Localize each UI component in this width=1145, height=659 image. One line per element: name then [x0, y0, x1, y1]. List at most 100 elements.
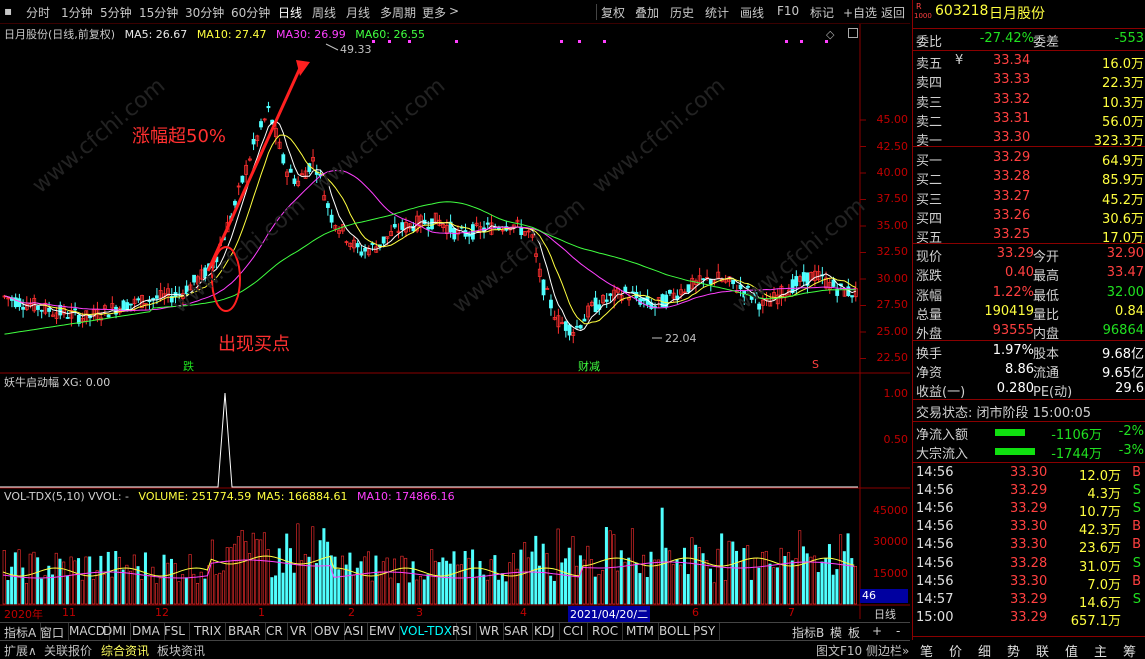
tab-weekly[interactable]: 周线 — [312, 4, 336, 21]
volume-bar — [467, 557, 471, 605]
volume-bar — [28, 553, 32, 605]
candle-body — [485, 222, 490, 225]
candle-body — [136, 298, 141, 301]
tick-price: 33.30 — [1010, 519, 1048, 535]
indicator-tab-right[interactable]: + — [868, 623, 886, 641]
indicator-tab[interactable]: VR — [286, 623, 312, 641]
indicator-tab-right[interactable]: 模 — [826, 623, 846, 641]
f10-sidebar-button[interactable]: 图文F10 侧边栏» — [812, 641, 913, 658]
draw-line-button[interactable]: 画线 — [740, 4, 764, 21]
news-tab[interactable]: 综合资讯 — [97, 641, 153, 658]
side-tab[interactable]: 笔 — [920, 641, 933, 659]
side-tab[interactable]: 主 — [1094, 641, 1107, 659]
overlay-button[interactable]: 叠加 — [635, 4, 659, 21]
volume-bar — [73, 560, 77, 605]
indicator-tab-right[interactable]: - — [892, 623, 904, 641]
candle-body — [794, 276, 799, 287]
y-tick: 42.50 — [876, 140, 909, 153]
tick-side: S — [1132, 555, 1141, 571]
indicator-tab[interactable]: BRAR — [224, 623, 266, 641]
indicator-tab[interactable]: EMV — [365, 623, 401, 641]
tab-15min[interactable]: 15分钟 — [139, 4, 178, 21]
indicator-tab[interactable]: FSL — [160, 623, 190, 641]
side-tab[interactable]: 细 — [978, 641, 991, 659]
stats-button[interactable]: 统计 — [705, 4, 729, 21]
volume-bar — [660, 507, 664, 605]
more-chevron-icon[interactable]: > — [449, 4, 459, 18]
tab-30min[interactable]: 30分钟 — [185, 4, 224, 21]
indicator-tab[interactable]: KDJ — [530, 623, 560, 641]
indicator-tab[interactable]: ROC — [588, 623, 624, 641]
mark-button[interactable]: 标记 — [810, 4, 834, 21]
indicator-tab-right[interactable]: 指标B — [788, 623, 828, 641]
side-tab[interactable]: 联 — [1036, 641, 1049, 659]
side-tab[interactable]: 筹 — [1123, 641, 1136, 659]
side-tab[interactable]: 值 — [1065, 641, 1078, 659]
volume-bar — [597, 574, 601, 605]
volume-bar — [560, 562, 564, 605]
event-marker-caijian[interactable]: 财减 — [578, 358, 600, 374]
volume-bar — [203, 578, 207, 605]
indicator-tab[interactable]: CR — [262, 623, 288, 641]
stat-label: 净资 — [916, 366, 943, 381]
tab-monthly[interactable]: 月线 — [346, 4, 370, 21]
indicator-tab[interactable]: RSI — [448, 623, 477, 641]
tab-fenshi[interactable]: 分时 — [26, 4, 50, 21]
volume-bar — [266, 549, 270, 605]
candle-body — [593, 297, 598, 313]
indicator-tab[interactable]: MTM — [622, 623, 660, 641]
chart-toggle-icon[interactable]: ◇ — [826, 28, 834, 41]
tab-5min[interactable]: 5分钟 — [100, 4, 132, 21]
indicator-tab-right[interactable]: 板 — [844, 623, 864, 641]
expand-button[interactable]: 扩展∧ — [0, 641, 41, 658]
history-button[interactable]: 历史 — [670, 4, 694, 21]
f10-button[interactable]: F10 — [777, 4, 799, 18]
indicator-tab[interactable]: SAR — [500, 623, 534, 641]
kline-chart[interactable]: www.cfchi.comwww.cfchi.comwww.cfchi.comw… — [0, 24, 910, 619]
chart-maximize-icon[interactable] — [848, 28, 858, 38]
side-tab[interactable]: 价 — [949, 641, 962, 659]
indicator-tab[interactable]: DMI — [99, 623, 132, 641]
tick-volume: 23.6万 — [1079, 541, 1121, 557]
period-label[interactable]: 日线 — [874, 606, 896, 622]
volume-bar — [526, 557, 530, 605]
volume-bar — [84, 556, 88, 605]
volume-bar — [824, 558, 828, 605]
volume-bar — [370, 580, 374, 605]
volume-bar — [709, 568, 713, 605]
stat-value: 9.68亿 — [1102, 347, 1144, 362]
volume-bar — [761, 551, 765, 605]
tab-multi-period[interactable]: 多周期 — [380, 4, 416, 21]
event-marker-s[interactable]: S — [812, 358, 819, 371]
x-tick: 2020年 — [4, 608, 43, 621]
related-quote-tab[interactable]: 关联报价 — [40, 641, 96, 658]
trade-status: 交易状态: 闭市阶段 15:00:05 — [916, 406, 1092, 421]
stat-label: 今开 — [1033, 250, 1060, 265]
sector-news-tab[interactable]: 板块资讯 — [153, 641, 209, 658]
tick-time: 14:56 — [916, 519, 954, 535]
volume-ma5: MA5: 166884.61 — [256, 490, 348, 503]
candle-body — [567, 324, 572, 336]
tab-more[interactable]: 更多 — [422, 4, 446, 21]
side-tab[interactable]: 势 — [1007, 641, 1020, 659]
app-logo-icon[interactable]: ▪ — [4, 4, 12, 18]
volume-bar — [240, 529, 244, 605]
fuquan-button[interactable]: 复权 — [601, 4, 625, 21]
main-legend: 日月股份(日线,前复权) MA5: 26.67 MA10: 27.47 MA30… — [4, 26, 425, 42]
stat-value: 1.97% — [992, 343, 1034, 358]
add-favorite-button[interactable]: +自选 — [843, 4, 877, 21]
candle-body — [549, 299, 553, 309]
indicator-tab[interactable]: CCI — [559, 623, 589, 641]
indicator-tab[interactable]: PSY — [689, 623, 721, 641]
volume-bar — [80, 579, 84, 605]
tab-daily[interactable]: 日线 — [278, 4, 302, 21]
tab-60min[interactable]: 60分钟 — [231, 4, 270, 21]
volume-bar — [385, 557, 389, 605]
back-button[interactable]: 返回 — [881, 4, 905, 21]
indicator-tab[interactable]: TRIX — [190, 623, 227, 641]
indicator-tabs: 指标A 窗口 MACD DMI DMA FSL TRIX BRAR CR VR OBV ASI EMV V… — [0, 622, 910, 641]
weicha-label: 委差 — [1033, 35, 1060, 50]
event-marker-die[interactable]: 跌 — [183, 358, 194, 374]
tab-1min[interactable]: 1分钟 — [61, 4, 93, 21]
volume-bar — [363, 556, 367, 605]
